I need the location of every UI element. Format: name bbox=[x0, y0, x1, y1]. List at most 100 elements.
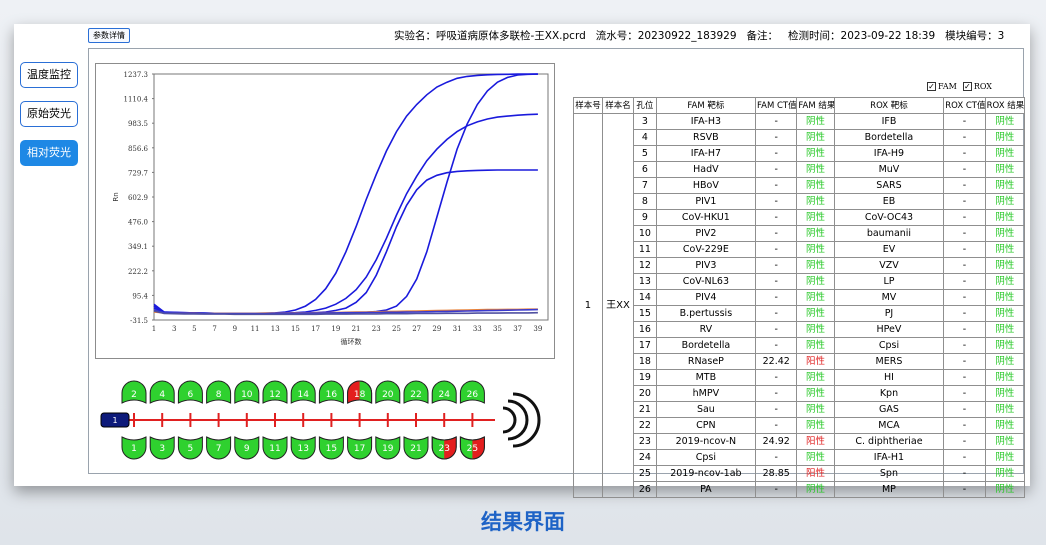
well-21[interactable]: 21 bbox=[403, 436, 429, 460]
well-plate: 2 4 6 8 10 12 14 16 18 20 22 24 26 1 3 5 7 9 11 13 15 17 19 21 2… bbox=[95, 371, 555, 467]
table-row[interactable]: 8 PIV1- 阴性 EB - 阴性 bbox=[574, 193, 1026, 210]
table-row[interactable]: 18 RNaseP 22.42 阳性 MERS - 阴性 bbox=[574, 353, 1026, 370]
table-row[interactable]: 24 Cpsi - 阴性 IFA-H1- 阴性 bbox=[574, 449, 1026, 466]
table-row[interactable]: 5 IFA-H7- 阴性 IFA-H9- 阴性 bbox=[574, 145, 1026, 162]
table-row[interactable]: 12 PIV3- 阴性 VZV - 阴性 bbox=[574, 257, 1026, 274]
sidebar-item-raw-fluorescence[interactable]: 原始荧光 bbox=[20, 101, 78, 127]
table-row[interactable]: 11 CoV-229E - 阴性 EV - 阴性 bbox=[574, 241, 1026, 258]
table-row[interactable]: 9 CoV-HKU1- 阴性 CoV-OC43- 阴性 bbox=[574, 209, 1026, 226]
cell-well: 20 bbox=[632, 385, 657, 402]
cell-well: 23 bbox=[632, 433, 657, 450]
well-3[interactable]: 3 bbox=[149, 436, 175, 460]
series-line-2 bbox=[153, 113, 538, 315]
page-caption: 结果界面 bbox=[481, 510, 565, 534]
cell-fam: PIV1 bbox=[655, 193, 757, 210]
fam-toggle[interactable]: ✓ FAM bbox=[927, 82, 957, 91]
cell-rox-res: 阴性 bbox=[984, 385, 1026, 402]
cell-fam-res: 阴性 bbox=[796, 161, 835, 178]
well-12[interactable]: 12 bbox=[262, 380, 288, 404]
table-row[interactable]: 1 王XX 3 IFA-H3- 阴性 IFB - 阴性 bbox=[573, 113, 1026, 498]
sidebar-item-temperature[interactable]: 温度监控 bbox=[20, 62, 78, 88]
cell-rox: PJ bbox=[833, 305, 945, 322]
well-11[interactable]: 11 bbox=[262, 436, 288, 460]
table-row[interactable]: 22 CPN - 阴性 MCA - 阴性 bbox=[574, 417, 1026, 434]
signal-icon bbox=[507, 399, 529, 441]
cell-well: 10 bbox=[632, 225, 657, 242]
y-tick-label: 1237.3 bbox=[124, 71, 149, 79]
rox-checkbox[interactable]: ✓ bbox=[962, 82, 972, 91]
table-row[interactable]: 4 RSVB - 阴性 Bordetella - 阴性 bbox=[574, 129, 1026, 146]
cell-fam-res: 阴性 bbox=[796, 273, 835, 290]
y-tick-label: 476.0 bbox=[128, 219, 148, 227]
well-23[interactable]: 23 bbox=[431, 433, 457, 461]
table-row[interactable]: 23 2019-ncov-N 24.92 阳性 C. diphtheriae - 阴性 bbox=[574, 433, 1026, 450]
cell-rox: MERS bbox=[833, 353, 945, 370]
table-row[interactable]: 15 B.pertussis - 阴性 PJ - 阴性 bbox=[574, 305, 1026, 322]
sidebar: 温度监控 原始荧光 相对荧光 bbox=[20, 62, 80, 179]
table-row[interactable]: 6 HadV - 阴性 MuV - 阴性 bbox=[574, 161, 1026, 178]
well-1[interactable]: 1 bbox=[121, 436, 147, 460]
table-row[interactable]: 21 Sau - 阴性 GAS - 阴性 bbox=[574, 401, 1026, 418]
cell-fam-res: 阴性 bbox=[796, 241, 835, 258]
sidebar-item-relative-fluorescence[interactable]: 相对荧光 bbox=[20, 140, 78, 166]
table-row[interactable]: 26 PA - 阴性 MP - 阴性 bbox=[574, 481, 1026, 498]
well-8[interactable]: 8 bbox=[206, 380, 232, 404]
cell-fam-res: 阳性 bbox=[796, 433, 835, 450]
well-number: 9 bbox=[244, 444, 250, 454]
table-row[interactable]: 10 PIV2- 阴性 baumanii - 阴性 bbox=[574, 225, 1026, 242]
experiment-name: 实验名：呼吸道病原体多联检-王XX.pcrd bbox=[394, 30, 586, 42]
cell-rox-ct: - bbox=[943, 225, 986, 242]
well-25[interactable]: 25 bbox=[459, 433, 485, 461]
parameter-details-button[interactable]: 参数详情 bbox=[88, 28, 130, 43]
well-4[interactable]: 4 bbox=[149, 380, 175, 404]
table-row[interactable]: 17 Bordetella - 阴性 Cpsi - 阴性 bbox=[574, 337, 1026, 354]
results-table: 样本号 样本名 孔位 FAM 靶标 FAM CT值 FAM 结果 ROX 靶标 ROX CT值… bbox=[573, 97, 1026, 498]
well-22[interactable]: 22 bbox=[403, 380, 429, 404]
table-row[interactable]: 13 CoV-NL63- 阴性 LP - 阴性 bbox=[574, 273, 1026, 290]
x-tick-label: 21 bbox=[352, 325, 361, 333]
cell-well: 15 bbox=[632, 305, 657, 322]
rox-toggle[interactable]: ✓ ROX bbox=[962, 82, 992, 91]
table-row[interactable]: 25 2019-ncov-1ab 28.85 阳性 Spn - 阴性 bbox=[574, 465, 1026, 482]
well-number: 6 bbox=[188, 390, 194, 400]
x-tick-label: 9 bbox=[233, 325, 237, 333]
well-6[interactable]: 6 bbox=[177, 380, 203, 404]
well-16[interactable]: 16 bbox=[318, 380, 344, 404]
cell-fam-ct: - bbox=[755, 273, 798, 290]
cell-fam: RSVB bbox=[655, 129, 757, 146]
well-15[interactable]: 15 bbox=[318, 436, 344, 460]
table-row[interactable]: 16 RV - 阴性 HPeV - 阴性 bbox=[574, 321, 1026, 338]
well-number: 25 bbox=[467, 444, 478, 454]
table-row[interactable]: 20 hMPV - 阴性 Kpn - 阴性 bbox=[574, 385, 1026, 402]
well-number: 8 bbox=[216, 390, 222, 400]
well-17[interactable]: 17 bbox=[347, 436, 373, 460]
x-tick-label: 25 bbox=[392, 325, 401, 333]
cell-fam-ct: - bbox=[755, 385, 798, 402]
well-10[interactable]: 10 bbox=[234, 380, 260, 404]
well-7[interactable]: 7 bbox=[206, 436, 232, 460]
well-19[interactable]: 19 bbox=[375, 436, 401, 460]
table-row[interactable]: 7 HBoV - 阴性 SARS - 阴性 bbox=[574, 177, 1026, 194]
well-13[interactable]: 13 bbox=[290, 436, 316, 460]
series-line-3 bbox=[153, 169, 538, 315]
well-14[interactable]: 14 bbox=[290, 380, 316, 404]
well-24[interactable]: 24 bbox=[431, 380, 457, 404]
fam-checkbox[interactable]: ✓ bbox=[927, 82, 936, 91]
cell-fam-res: 阳性 bbox=[796, 353, 835, 370]
cell-fam-ct: - bbox=[755, 161, 798, 178]
well-number: 7 bbox=[216, 444, 222, 454]
well-2[interactable]: 2 bbox=[121, 380, 147, 404]
well-number: 21 bbox=[410, 444, 421, 454]
well-18[interactable]: 18 bbox=[347, 379, 373, 407]
well-number: 24 bbox=[438, 390, 450, 400]
cell-fam: MTB bbox=[655, 369, 757, 386]
well-5[interactable]: 5 bbox=[177, 436, 203, 460]
module-number: 模块编号：3 bbox=[945, 30, 1005, 42]
well-9[interactable]: 9 bbox=[234, 436, 260, 460]
table-row[interactable]: 19 MTB - 阴性 HI - 阴性 bbox=[574, 369, 1026, 386]
table-row[interactable]: 14 PIV4- 阴性 MV - 阴性 bbox=[574, 289, 1026, 306]
well-20[interactable]: 20 bbox=[375, 380, 401, 404]
cell-fam-ct: - bbox=[755, 481, 798, 498]
cell-rox: IFA-H9 bbox=[833, 145, 945, 162]
well-26[interactable]: 26 bbox=[459, 380, 485, 404]
